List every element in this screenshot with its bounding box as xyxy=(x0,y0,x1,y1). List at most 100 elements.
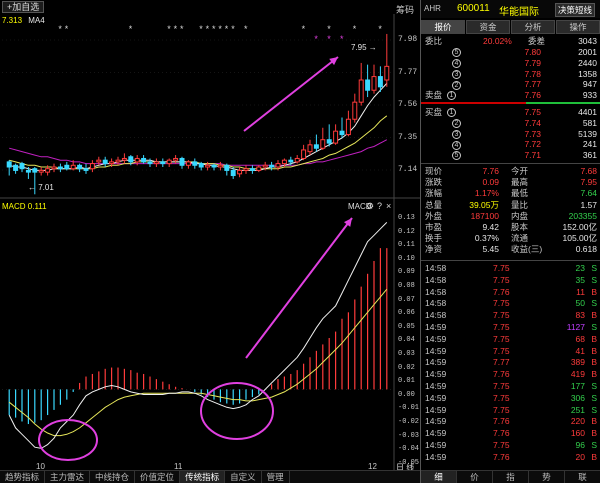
chip-tab[interactable]: 筹码 xyxy=(396,3,414,16)
bid-row[interactable]: 4 7.72 241 xyxy=(421,139,600,150)
ask-volume: 2440 xyxy=(578,57,597,68)
tick-time: 14:59 xyxy=(425,369,447,380)
candle-body xyxy=(326,139,332,144)
ask-price: 7.77 xyxy=(524,79,541,90)
candle-body xyxy=(57,166,63,170)
help-icon[interactable]: ? xyxy=(377,201,382,211)
ask-bid-divider-red xyxy=(421,102,526,104)
bid-row[interactable]: 买盘 1 7.75 4401 xyxy=(421,107,600,118)
candle-body xyxy=(230,169,236,177)
candle-body xyxy=(83,168,89,171)
tab-quote[interactable]: 报价 xyxy=(421,20,465,34)
candle-body xyxy=(64,164,70,170)
signal-star: * xyxy=(327,24,331,34)
tick-price: 7.75 xyxy=(493,345,510,356)
ask-bid-divider-green xyxy=(526,102,600,104)
candle-body xyxy=(358,79,364,103)
macd-tick: 0.03 xyxy=(398,350,415,358)
candle-body xyxy=(134,157,140,163)
tab-value[interactable]: 价值定位 xyxy=(135,471,181,483)
close-icon[interactable]: × xyxy=(386,201,391,211)
stat-row: 涨跌 0.09 最高 7.95 xyxy=(421,177,600,188)
candle-body xyxy=(45,168,51,173)
low-price-value: 7.01 xyxy=(38,183,54,192)
candle-body xyxy=(384,65,390,81)
ask-row[interactable]: 3 7.78 1358 xyxy=(421,69,600,80)
stat-value: 7.64 xyxy=(580,188,597,199)
chart-toolbar: +加自选 筹码 xyxy=(0,0,420,16)
candle-body xyxy=(13,164,19,171)
decision-button[interactable]: 决策短线 xyxy=(555,3,596,17)
signal-star: * xyxy=(212,24,216,34)
ask-row[interactable]: 4 7.79 2440 xyxy=(421,58,600,69)
tab-manage[interactable]: 管理 xyxy=(262,471,290,483)
macd-tick: 0.10 xyxy=(398,254,415,263)
signal-star: * xyxy=(353,24,357,34)
tick-time: 14:59 xyxy=(425,416,447,427)
tick-price: 7.75 xyxy=(493,381,510,391)
chart-area[interactable]: * * * * * * * * * * * * * * * * * * * * xyxy=(0,0,420,483)
tab-trend-view[interactable]: 势 xyxy=(529,471,565,483)
ask-price: 7.79 xyxy=(524,57,541,68)
tick-volume: 50 xyxy=(575,298,585,309)
tab-index[interactable]: 指 xyxy=(493,471,529,483)
stock-header: AHR 600011 华能国际 决策短线 xyxy=(421,0,600,18)
ask-level: 2 xyxy=(451,79,461,90)
candle-body xyxy=(345,118,351,136)
ask-level: 1 xyxy=(446,90,456,101)
tab-detail[interactable]: 细 xyxy=(421,471,457,483)
tick-side: S xyxy=(591,263,597,273)
tab-analysis[interactable]: 分析 xyxy=(511,20,555,34)
gear-icon[interactable]: ⚙ xyxy=(366,201,374,212)
tab-funds[interactable]: 资金 xyxy=(466,20,510,34)
tab-price[interactable]: 价 xyxy=(457,471,493,483)
tab-custom[interactable]: 自定义 xyxy=(225,471,262,483)
stock-code: 600011 xyxy=(457,3,490,14)
tick-side: S xyxy=(591,298,597,309)
bid-row[interactable]: 3 7.73 5139 xyxy=(421,129,600,140)
tab-link[interactable]: 联 xyxy=(565,471,600,483)
bid-row[interactable]: 2 7.74 581 xyxy=(421,118,600,129)
bid-row[interactable]: 5 7.71 361 xyxy=(421,150,600,161)
tab-operation[interactable]: 操作 xyxy=(556,20,600,34)
ask-row[interactable]: 2 7.77 947 xyxy=(421,79,600,90)
ask-row[interactable]: 卖盘 1 7.76 933 xyxy=(421,90,600,101)
macd-tick: 0.01 xyxy=(398,377,415,386)
stat-value: 0.37% xyxy=(474,233,499,244)
signal-star: * xyxy=(244,24,248,34)
add-watchlist-button[interactable]: +加自选 xyxy=(2,1,45,13)
tab-traditional[interactable]: 传统指标 xyxy=(180,471,226,483)
candle-body xyxy=(141,157,147,163)
ask-level: 3 xyxy=(451,69,461,80)
tick-side: S xyxy=(591,404,597,415)
bid-level: 5 xyxy=(451,150,461,161)
macd-tick: 0.07 xyxy=(398,295,415,304)
macd-tick: -0.02 xyxy=(398,418,420,426)
tick-price: 7.75 xyxy=(493,322,510,332)
bid-volume: 241 xyxy=(582,139,597,150)
stat-value: 9.42 xyxy=(482,222,499,232)
signal-star: * xyxy=(206,24,210,34)
tab-mid-position[interactable]: 中线持仓 xyxy=(90,471,136,483)
ma-fast-line xyxy=(9,83,388,171)
ma-legend: 7.313 MA4 xyxy=(2,16,49,25)
signal-star: * xyxy=(129,24,133,34)
candle-body xyxy=(185,161,191,166)
stat-value: 39.05万 xyxy=(469,199,499,210)
ask-row[interactable]: 5 7.80 2001 xyxy=(421,47,600,58)
tick-row: 14:59 7.76 160 B xyxy=(421,428,600,439)
stat-row: 市盈 9.42 股本 152.00亿 xyxy=(421,222,600,233)
stat-value: 0.09 xyxy=(482,177,499,188)
tab-trend[interactable]: 趋势指标 xyxy=(0,471,46,483)
candle-body xyxy=(307,144,313,153)
candle-body xyxy=(301,149,307,159)
high-price-value: 7.95 xyxy=(351,43,367,52)
tick-volume: 35 xyxy=(575,274,585,285)
tick-price: 7.75 xyxy=(493,310,510,321)
tab-main-radar[interactable]: 主力雷达 xyxy=(45,471,91,483)
tick-volume: 160 xyxy=(570,428,585,439)
ma-legend-label: MA4 xyxy=(28,16,45,25)
tick-time: 14:58 xyxy=(425,263,447,273)
tick-side: B xyxy=(591,428,597,439)
macd-tick: 0.04 xyxy=(398,336,415,345)
